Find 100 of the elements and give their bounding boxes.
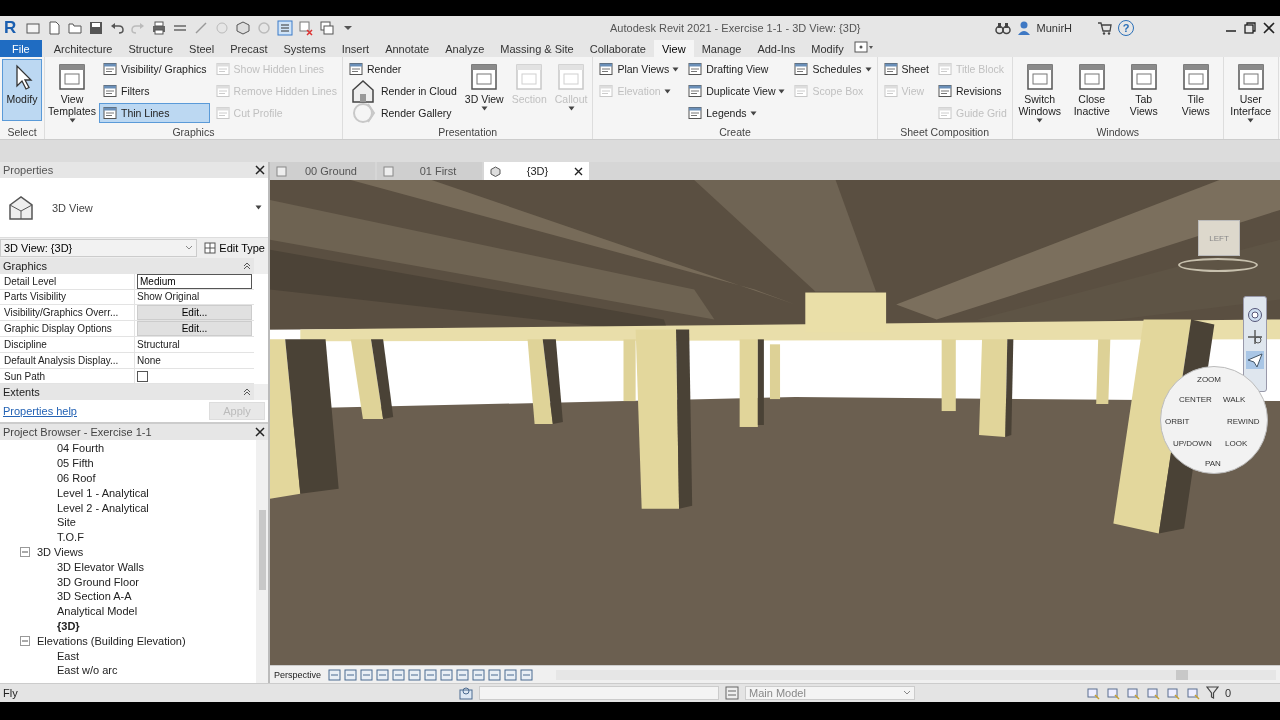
ribbon-tab[interactable]: Collaborate	[581, 40, 654, 57]
tree-item[interactable]: East	[56, 649, 80, 662]
new-file-icon[interactable]	[46, 20, 62, 36]
ribbon-tool[interactable]: Tile Views	[1170, 59, 1221, 121]
ribbon-tool[interactable]: Drafting View	[684, 59, 789, 79]
ribbon-tab[interactable]: Systems	[275, 40, 334, 57]
paper-plane-icon[interactable]	[1246, 351, 1264, 369]
ribbon-tab[interactable]: Modify	[803, 40, 852, 57]
pan-icon[interactable]	[1247, 329, 1263, 345]
ribbon-tool[interactable]: User Interface	[1225, 59, 1276, 121]
ribbon-tab[interactable]: Insert	[333, 40, 378, 57]
tree-item[interactable]: Level 2 - Analytical	[56, 501, 150, 514]
ribbon-tool[interactable]: Close Inactive	[1066, 59, 1117, 121]
ribbon-tab[interactable]: Precast	[222, 40, 276, 57]
ribbon-tab[interactable]: Architecture	[45, 40, 121, 57]
ribbon-tab[interactable]: Steel	[181, 40, 223, 57]
tree-item[interactable]: 04 Fourth	[56, 442, 106, 455]
edit-button[interactable]: Edit...	[137, 321, 252, 337]
tree-item[interactable]: Site	[56, 516, 77, 529]
user-name[interactable]: MunirH	[1036, 22, 1072, 34]
scrollbar-thumb[interactable]	[1176, 669, 1189, 680]
collapse-icon[interactable]	[243, 388, 251, 397]
wheel-label: CENTER	[1179, 395, 1212, 404]
edit-button[interactable]: Edit...	[137, 305, 252, 321]
app-logo[interactable]: R	[4, 18, 20, 38]
view-tab[interactable]: 00 Ground	[270, 162, 375, 180]
close-icon[interactable]	[574, 166, 583, 176]
tree-item[interactable]: Analytical Model	[56, 605, 139, 618]
tree-item[interactable]: Level 1 - Analytical	[56, 486, 150, 499]
ribbon-tool[interactable]: Visibility/ Graphics	[99, 59, 210, 79]
ribbon-tab[interactable]: View	[654, 40, 694, 57]
view-tab[interactable]: 01 First	[377, 162, 482, 180]
ribbon-tool[interactable]: Thin Lines	[99, 103, 210, 123]
restore-icon[interactable]	[1243, 21, 1257, 35]
ribbon-tool[interactable]: Modify	[2, 59, 42, 121]
compass-ring[interactable]	[1178, 258, 1258, 272]
user-icon[interactable]	[1015, 20, 1032, 36]
tree-item[interactable]: 3D Elevator Walls	[56, 560, 145, 573]
cart-icon[interactable]	[1097, 20, 1113, 36]
ribbon-tool[interactable]: Duplicate View	[684, 81, 789, 101]
view-mode-label[interactable]: Perspective	[274, 669, 322, 680]
workset-field[interactable]	[479, 685, 719, 700]
tree-item[interactable]: 3D Ground Floor	[56, 575, 140, 588]
tree-item[interactable]: Elevations (Building Elevation)	[36, 634, 187, 647]
close-icon[interactable]	[1262, 21, 1276, 35]
ribbon-tool[interactable]: Schedules	[790, 59, 875, 79]
ribbon-tool[interactable]: Tab Views	[1118, 59, 1169, 121]
help-link[interactable]: Properties help	[3, 405, 77, 417]
ribbon-tool[interactable]: Legends	[684, 103, 789, 123]
save-icon[interactable]	[88, 20, 104, 36]
switch-windows-icon[interactable]	[319, 20, 335, 36]
ribbon-tool[interactable]: 3D View	[461, 59, 507, 121]
property-name: Discipline	[4, 338, 48, 352]
file-menu-button[interactable]: File	[0, 40, 42, 57]
ribbon-tool[interactable]: Render	[344, 59, 460, 79]
redo-icon[interactable]	[130, 20, 146, 36]
scrollbar-thumb[interactable]	[258, 510, 266, 590]
ribbon-tab[interactable]: Structure	[120, 40, 182, 57]
collapse-icon[interactable]	[243, 261, 251, 270]
property-name: Graphic Display Options	[4, 322, 113, 337]
ribbon-tool[interactable]: Render in Cloud	[344, 81, 460, 101]
ribbon-tab[interactable]: Add-Ins	[749, 40, 804, 57]
tree-item[interactable]: East w/o arc	[56, 664, 119, 677]
tree-item[interactable]: 06 Roof	[56, 472, 97, 484]
wheel-label: UP/DOWN	[1173, 439, 1212, 448]
ribbon-tab[interactable]: Massing & Site	[492, 40, 582, 57]
printer-icon[interactable]	[151, 20, 167, 36]
ribbon-tool[interactable]: Switch Windows	[1014, 59, 1065, 121]
view-tab[interactable]: {3D}	[484, 162, 589, 180]
steering-wheel-icon[interactable]	[1247, 307, 1263, 323]
thin-lines-icon[interactable]	[277, 20, 293, 36]
close-icon[interactable]	[255, 427, 265, 437]
binoculars-icon[interactable]	[994, 20, 1011, 36]
checkbox[interactable]	[137, 370, 148, 382]
panel-toggle-icon[interactable]	[851, 40, 874, 54]
wheel-label: ZOOM	[1197, 375, 1221, 384]
ribbon-tool[interactable]: Filters	[99, 81, 210, 101]
ribbon-tab[interactable]: Analyze	[437, 40, 493, 57]
ribbon-tab[interactable]: Manage	[693, 40, 750, 57]
collapse-box-icon[interactable]	[20, 635, 30, 646]
caret-icon	[480, 106, 488, 111]
tree-item[interactable]: 05 Fifth	[56, 457, 95, 470]
instance-dropdown[interactable]: 3D View: {3D}	[0, 239, 198, 257]
ribbon-tool[interactable]: Revisions	[933, 81, 1010, 101]
close-hidden-icon[interactable]	[298, 20, 314, 36]
panel-title: Presentation	[437, 125, 499, 139]
tree-item[interactable]: {3D}	[56, 619, 81, 632]
collapse-box-icon[interactable]	[20, 546, 30, 557]
tree-item[interactable]: 3D Views	[36, 545, 85, 558]
edit-type-button[interactable]: Edit Type	[201, 242, 268, 254]
tree-item[interactable]: T.O.F	[56, 531, 85, 544]
undo-icon[interactable]	[109, 20, 125, 36]
ribbon-tool[interactable]: Sheet	[879, 59, 932, 79]
filter-icon[interactable]	[1205, 686, 1219, 699]
close-icon[interactable]	[255, 165, 265, 175]
ribbon-tool[interactable]: View Templates	[47, 59, 97, 121]
ribbon-tab[interactable]: Annotate	[377, 40, 438, 57]
ribbon-tool[interactable]: Render Gallery	[344, 103, 460, 123]
ribbon-tool[interactable]: Plan Views	[595, 59, 683, 79]
tree-item[interactable]: 3D Section A-A	[56, 590, 133, 603]
